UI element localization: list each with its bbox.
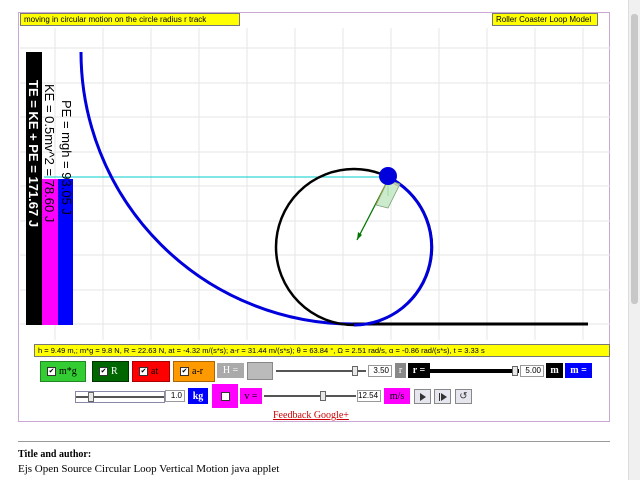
- mass-unit-label: kg: [188, 388, 208, 404]
- at-checkbox[interactable]: ✔ at: [132, 361, 170, 382]
- force-vectors: [356, 179, 401, 241]
- at-label: at: [151, 366, 159, 377]
- step-button[interactable]: [434, 389, 451, 404]
- reset-icon: ↺: [459, 391, 468, 402]
- model-title: Roller Coaster Loop Model: [492, 13, 598, 26]
- velocity-slider-thumb[interactable]: [320, 391, 326, 401]
- ramp-track: [79, 51, 354, 326]
- h-toggle-button[interactable]: [247, 362, 273, 380]
- h-slider[interactable]: [276, 366, 366, 376]
- h-slider-thumb[interactable]: [352, 366, 358, 376]
- normal-force-arrowhead: [357, 232, 362, 240]
- checkmark-icon: ✔: [180, 367, 189, 376]
- te-formula: TE = KE + PE = 171.67 J: [26, 80, 41, 228]
- description-label: moving in circular motion on the circle …: [20, 13, 240, 26]
- mass-slider-thumb[interactable]: [88, 392, 94, 402]
- play-button[interactable]: [414, 389, 431, 404]
- r-label: r =: [408, 363, 430, 378]
- status-readout: h = 9.49 m,; m*g = 9.8 N, R = 22.63 N, a…: [34, 344, 610, 357]
- mass-label: m =: [565, 363, 592, 378]
- velocity-toggle-box: [220, 391, 230, 401]
- normal-force-label: R: [111, 366, 118, 377]
- ar-label: a-r: [192, 366, 204, 377]
- velocity-label: v =: [240, 388, 262, 404]
- velocity-toggle[interactable]: [212, 384, 238, 408]
- section-divider: [18, 441, 610, 442]
- grid: [20, 28, 610, 340]
- r-slider[interactable]: [430, 366, 519, 376]
- scrollbar-thumb[interactable]: [631, 14, 638, 304]
- roller-ball[interactable]: [379, 167, 397, 185]
- h-label: H =: [217, 363, 244, 378]
- mass-slider[interactable]: [75, 391, 165, 403]
- r-slider-thumb[interactable]: [512, 366, 518, 376]
- checkmark-icon: ✔: [47, 367, 56, 376]
- step-icon: [438, 392, 447, 401]
- velocity-unit-label: m/s: [384, 388, 410, 404]
- page-scrollbar[interactable]: [628, 0, 640, 480]
- meta-text: Ejs Open Source Circular Loop Vertical M…: [18, 463, 280, 475]
- r-small-label: r: [395, 363, 406, 378]
- r-unit-label: m: [546, 363, 563, 378]
- ar-checkbox[interactable]: ✔ a-r: [173, 361, 215, 382]
- simulation-canvas[interactable]: [0, 0, 640, 480]
- pe-formula: PE = mgh = 93.05 J: [59, 100, 74, 215]
- h-value-field[interactable]: 3.50: [368, 365, 392, 377]
- ke-formula: KE = 0.5mv^2 = 78.60 J: [42, 84, 57, 223]
- mass-value-field[interactable]: 1.0: [165, 390, 185, 402]
- feedback-link[interactable]: Feedback Google+: [273, 410, 349, 421]
- r-value-field[interactable]: 5.00: [520, 365, 544, 377]
- checkmark-icon: ✔: [99, 367, 108, 376]
- reset-button[interactable]: ↺: [455, 389, 472, 404]
- mg-label: m*g: [59, 366, 77, 377]
- velocity-slider[interactable]: [264, 391, 356, 401]
- play-icon: [419, 392, 426, 401]
- normal-force-checkbox[interactable]: ✔ R: [92, 361, 129, 382]
- mg-checkbox[interactable]: ✔ m*g: [40, 361, 86, 382]
- checkmark-icon: ✔: [139, 367, 148, 376]
- velocity-value-field[interactable]: 12.54: [357, 390, 381, 402]
- meta-title: Title and author:: [18, 449, 92, 460]
